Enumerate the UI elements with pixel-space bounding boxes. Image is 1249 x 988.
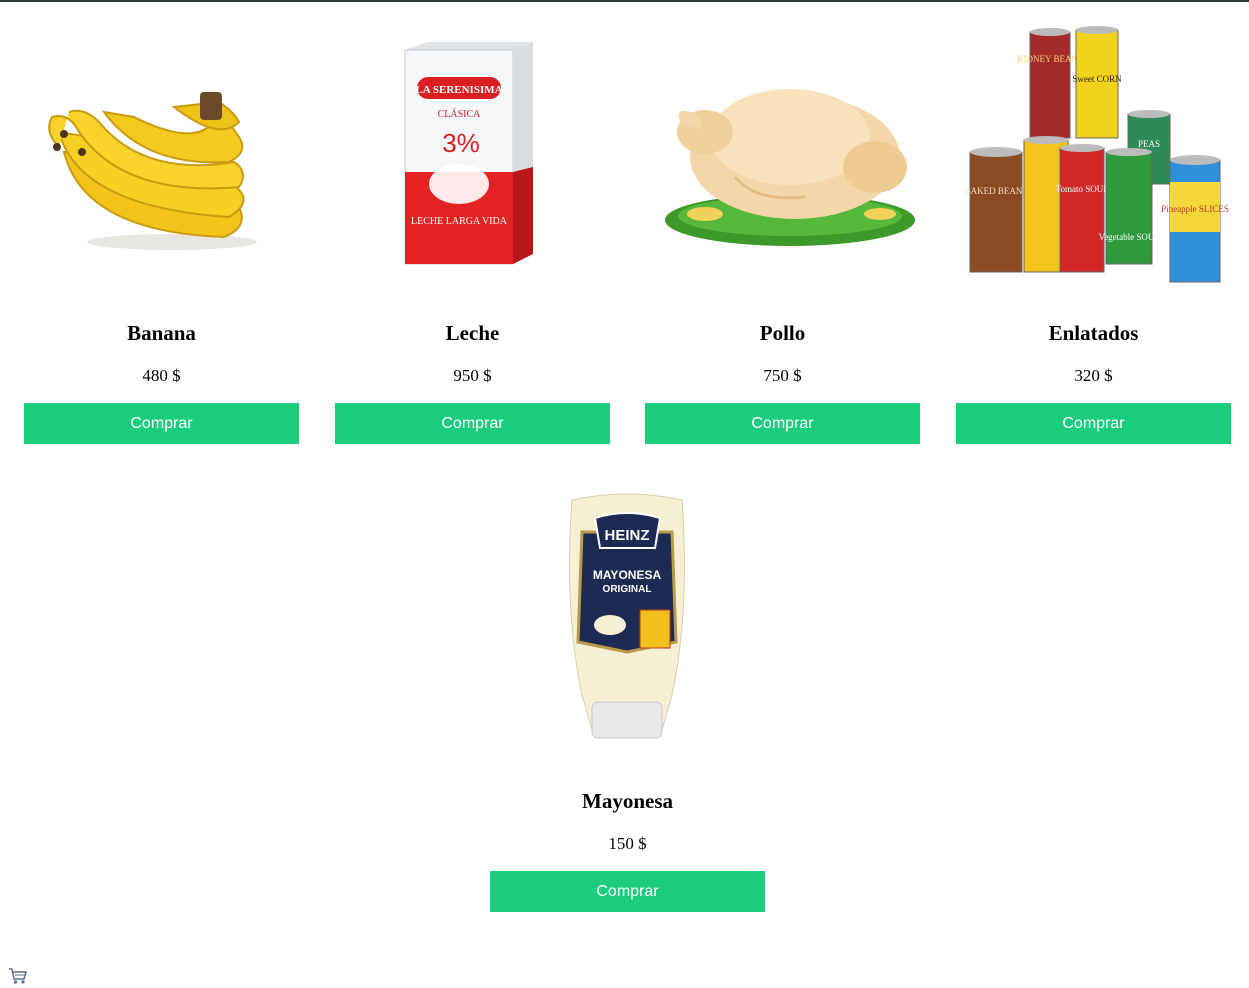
product-image-enlatados: KIDNEY BEANS Sweet CORN PEAS BAKED BEANS — [956, 2, 1231, 283]
cart-icon[interactable] — [8, 966, 28, 986]
product-name: Enlatados — [1048, 321, 1139, 345]
can-label-3: BAKED BEANS — [965, 186, 1028, 196]
milk-brand-text: LA SERENISIMA — [415, 84, 502, 96]
product-image-pollo — [645, 2, 920, 272]
product-card-banana: Banana 480 $ Comprar — [24, 2, 299, 444]
can-label-4: Tomato SOUP — [1056, 184, 1109, 194]
buy-button-banana[interactable]: Comprar — [24, 403, 299, 444]
product-image-leche: LA SERENISIMA CLÁSICA 3% LECHE LARGA VID… — [335, 2, 610, 272]
product-card-leche: LA SERENISIMA CLÁSICA 3% LECHE LARGA VID… — [335, 2, 610, 444]
mayo-sub-text: ORIGINAL — [603, 584, 652, 595]
can-label-1: KIDNEY BEANS — [1017, 54, 1083, 64]
product-name: Banana — [127, 321, 196, 345]
product-name: Leche — [445, 321, 500, 345]
milk-desc-text: LECHE LARGA VIDA — [411, 216, 508, 227]
product-card-mayonesa: HEINZ MAYONESA ORIGINAL Mayonesa 150 $ C… — [490, 470, 765, 912]
product-name: Pollo — [759, 321, 806, 345]
can-label-2: Sweet CORN — [1072, 74, 1122, 84]
product-image-banana — [24, 2, 299, 272]
product-card-pollo: Pollo 750 $ Comprar — [645, 2, 920, 444]
buy-button-mayonesa[interactable]: Comprar — [490, 871, 765, 912]
product-name: Mayonesa — [582, 789, 673, 813]
can-label-7: Pineapple SLICES — [1161, 204, 1229, 214]
product-image-mayonesa: HEINZ MAYONESA ORIGINAL — [490, 470, 765, 740]
product-price: 750 $ — [763, 366, 802, 385]
can-label-6: PEAS — [1138, 139, 1160, 149]
milk-pct-text: 3% — [442, 128, 480, 158]
product-price: 480 $ — [142, 366, 181, 385]
mayo-brand-text: HEINZ — [605, 527, 650, 544]
buy-button-enlatados[interactable]: Comprar — [956, 403, 1231, 444]
mayo-product-text: MAYONESA — [593, 568, 662, 582]
buy-button-pollo[interactable]: Comprar — [645, 403, 920, 444]
buy-button-leche[interactable]: Comprar — [335, 403, 610, 444]
product-price: 950 $ — [453, 366, 492, 385]
product-price: 320 $ — [1074, 366, 1113, 385]
milk-variant-text: CLÁSICA — [438, 108, 482, 120]
can-label-5: Vegetable SOUP — [1099, 232, 1160, 242]
product-card-enlatados: KIDNEY BEANS Sweet CORN PEAS BAKED BEANS — [956, 2, 1231, 444]
product-price: 150 $ — [608, 834, 647, 853]
